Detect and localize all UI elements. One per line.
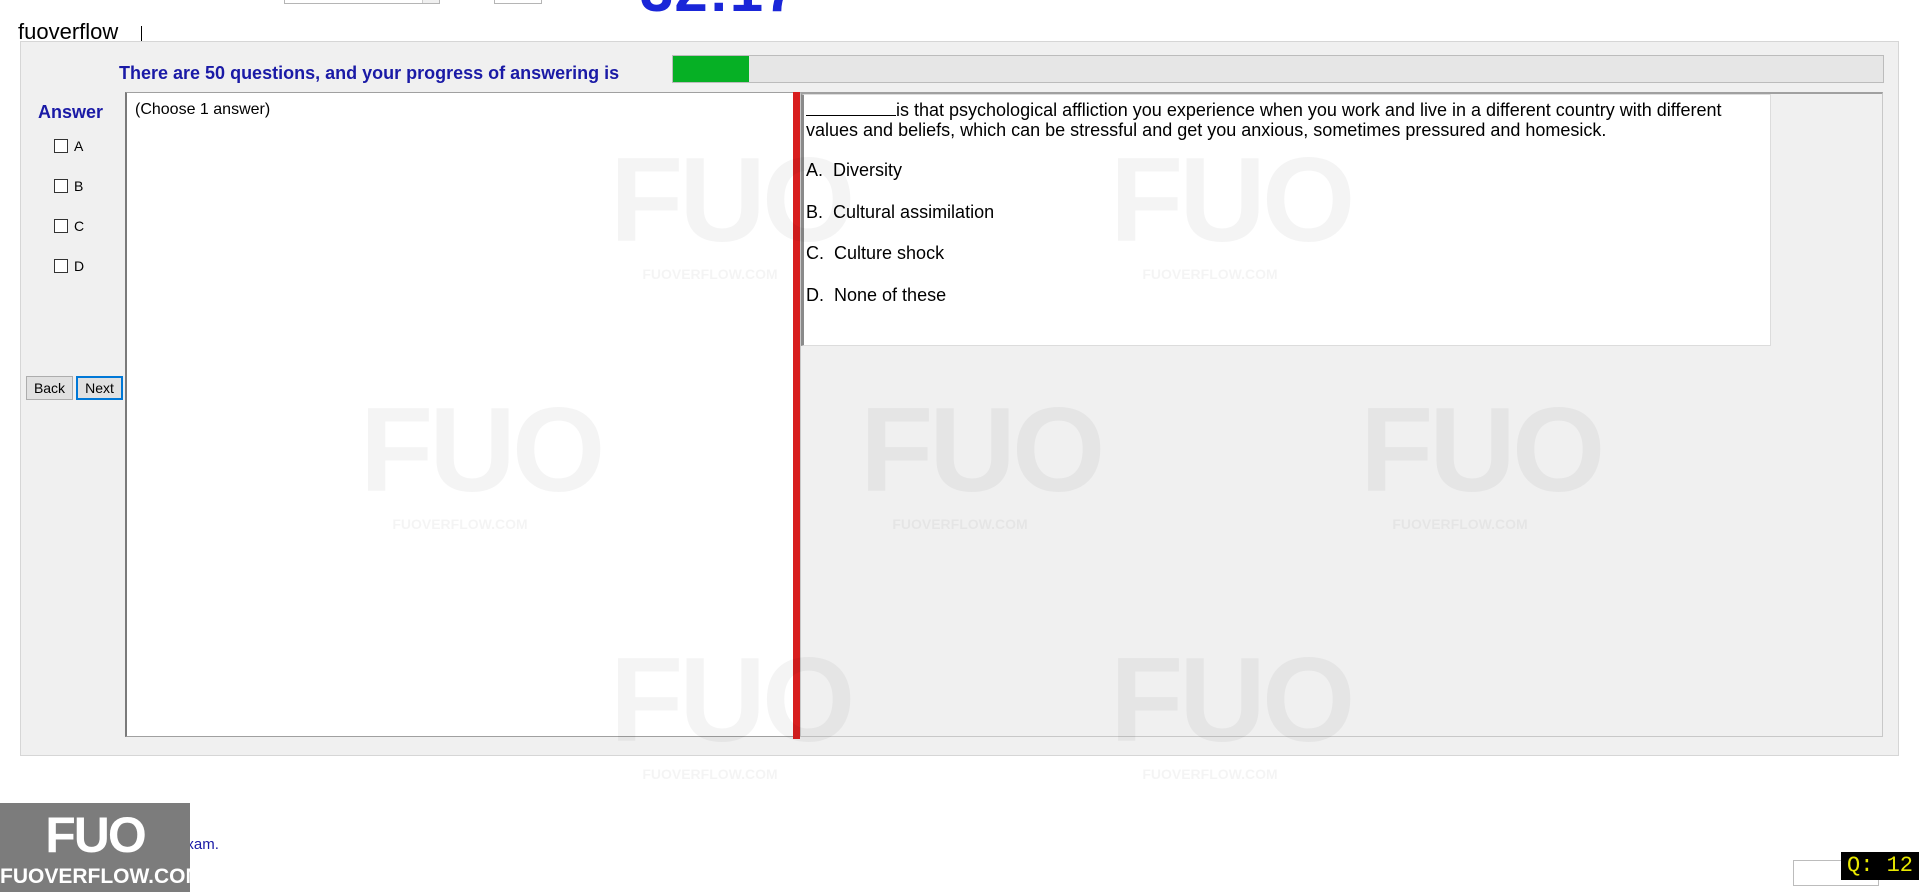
question-option-b: B. Cultural assimilation <box>806 202 994 223</box>
question-counter: Q: 12 <box>1841 852 1920 880</box>
answer-option-b[interactable]: B <box>54 178 83 194</box>
checkbox-c[interactable] <box>54 219 68 233</box>
choose-instruction: (Choose 1 answer) <box>135 101 271 118</box>
question-option-letter: B. <box>806 202 824 222</box>
question-option-text: None of these <box>834 285 947 305</box>
progress-label: There are 50 questions, and your progres… <box>119 63 620 83</box>
question-blank <box>806 99 896 116</box>
answer-option-label: D <box>74 258 85 274</box>
progress-bar-fill <box>673 56 749 82</box>
question-option-text: Cultural assimilation <box>833 202 995 222</box>
top-dropdown[interactable] <box>284 0 440 4</box>
question-option-letter: A. <box>806 160 824 180</box>
question-body: is that psychological affliction you exp… <box>806 100 1722 140</box>
question-option-a: A. Diversity <box>806 160 902 181</box>
answer-option-d[interactable]: D <box>54 258 84 274</box>
next-button[interactable]: Next <box>76 376 123 400</box>
answer-option-a[interactable]: A <box>54 138 83 154</box>
answer-option-label: B <box>74 178 84 194</box>
answer-option-c[interactable]: C <box>54 218 84 234</box>
question-option-text: Culture shock <box>834 243 945 263</box>
question-option-c: C. Culture shock <box>806 243 944 264</box>
answer-text-pane[interactable] <box>125 92 794 737</box>
question-option-d: D. None of these <box>806 285 946 306</box>
checkbox-b[interactable] <box>54 179 68 193</box>
pane-splitter[interactable] <box>793 92 800 739</box>
checkbox-d[interactable] <box>54 259 68 273</box>
question-option-text: Diversity <box>833 160 903 180</box>
back-button[interactable]: Back <box>26 376 73 400</box>
progress-bar <box>672 55 1884 83</box>
top-field[interactable] <box>494 0 542 4</box>
question-text: is that psychological affliction you exp… <box>806 99 1766 140</box>
exam-timer: 32:17 <box>640 0 798 25</box>
answer-option-label: A <box>74 138 84 154</box>
answer-option-label: C <box>74 218 85 234</box>
checkbox-a[interactable] <box>54 139 68 153</box>
fuoverflow-logo: FUO FUOVERFLOW.COM <box>0 803 203 892</box>
question-option-letter: C. <box>806 243 824 263</box>
question-option-letter: D. <box>806 285 824 305</box>
answer-title: Answer <box>38 102 104 122</box>
